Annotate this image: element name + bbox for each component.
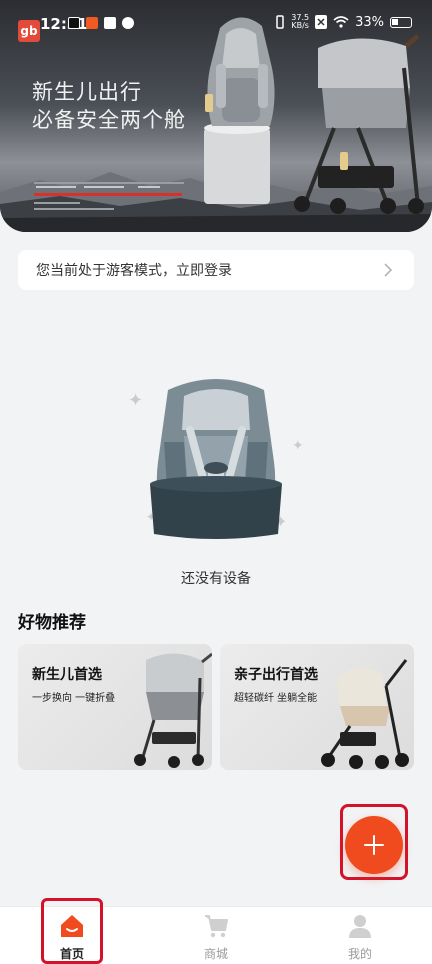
product-card-title: 亲子出行首选: [234, 667, 318, 683]
no-device-text: 还没有设备: [181, 571, 251, 587]
network-speed-unit: KB/s: [291, 21, 309, 30]
recommendations-title: 好物推荐: [18, 613, 86, 633]
stroller-product-image: [321, 659, 409, 769]
link-icon: [122, 17, 134, 29]
banner-headline-line2: 必备安全两个舱: [32, 108, 186, 132]
empty-car-seat-illustration: [150, 379, 282, 539]
cart-icon: [205, 915, 228, 938]
add-device-button[interactable]: [345, 816, 403, 874]
product-card-newborn[interactable]: 新生儿首选 一步换向 一键折叠: [18, 644, 212, 770]
nav-item-mall[interactable]: 商城: [176, 907, 256, 964]
product-card-family[interactable]: 亲子出行首选 超轻碳纤 坐躺全能: [220, 644, 414, 770]
tiktok-icon: [68, 17, 80, 29]
nav-item-profile[interactable]: 我的: [320, 907, 400, 964]
banner-headline: 新生儿出行 必备安全两个舱: [32, 78, 186, 134]
product-card-subtitle: 一步换向 一键折叠: [32, 693, 116, 704]
status-bar: gb 12:31 37.5 KB/s 33%: [0, 0, 432, 46]
nav-label-mall: 商城: [203, 947, 228, 961]
sim-off-icon: [315, 15, 328, 29]
banner-fine-print: [34, 182, 184, 210]
guest-login-text: 您当前处于游客模式，立即登录: [36, 263, 232, 279]
network-speed: 37.5 KB/s: [291, 14, 309, 30]
product-card-title: 新生儿首选: [32, 667, 102, 683]
stroller-product-image: [134, 652, 212, 768]
nav-label-profile: 我的: [347, 947, 372, 961]
wifi-icon: [333, 16, 349, 28]
home-tab-highlight: [41, 898, 103, 964]
vibrate-icon: [276, 15, 285, 29]
stroller-image: [294, 34, 424, 214]
notification-icons: [68, 17, 134, 29]
guest-login-bar[interactable]: 您当前处于游客模式，立即登录: [18, 250, 414, 290]
product-card-subtitle: 超轻碳纤 坐躺全能: [234, 693, 318, 704]
app-notification-icon: [86, 17, 98, 29]
gb-logo: gb: [18, 20, 40, 42]
profile-icon: [349, 915, 371, 938]
battery-percent: 33%: [355, 14, 384, 30]
status-right: 37.5 KB/s 33%: [275, 14, 412, 30]
wallet-icon: [104, 17, 116, 29]
banner-headline-line1: 新生儿出行: [32, 80, 142, 104]
chevron-right-icon: [384, 263, 393, 277]
battery-icon: [390, 16, 412, 28]
